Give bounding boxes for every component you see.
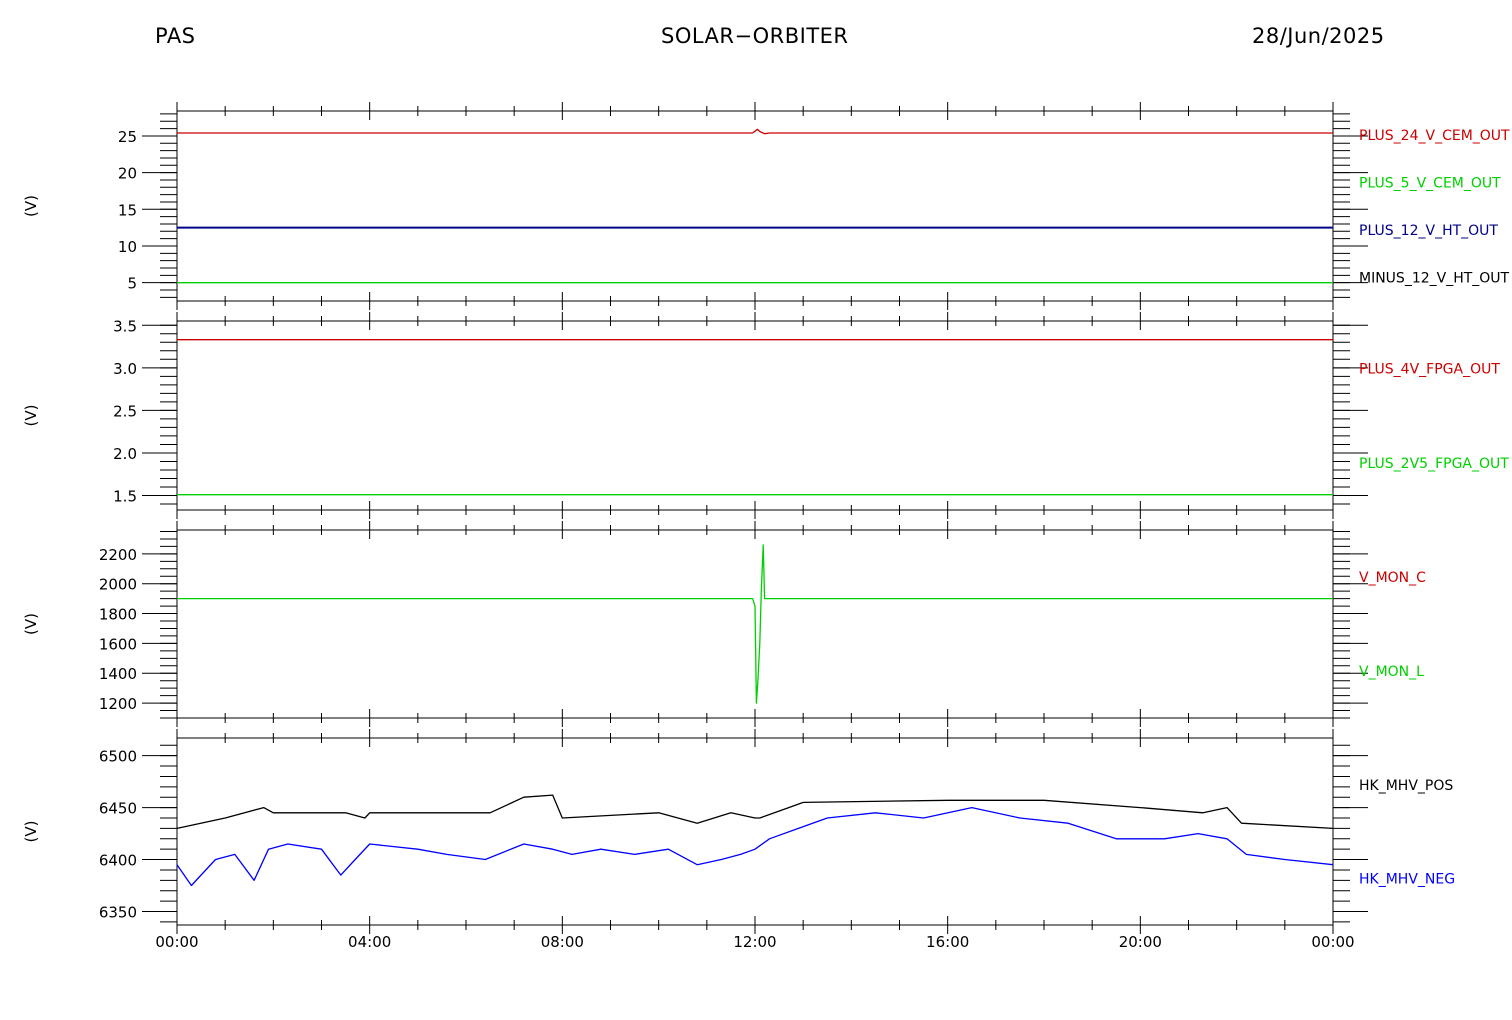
y-axis-label: (V) bbox=[22, 195, 40, 217]
y-axis-label: (V) bbox=[22, 821, 40, 843]
legend-label-plus-24-v-cem-out: PLUS_24_V_CEM_OUT bbox=[1359, 128, 1510, 144]
y-tick-label: 6350 bbox=[99, 903, 137, 921]
y-tick-label: 2.5 bbox=[113, 402, 137, 420]
y-axis-label: (V) bbox=[22, 613, 40, 635]
x-tick-label: 08:00 bbox=[541, 933, 584, 951]
y-tick-label: 15 bbox=[118, 201, 137, 219]
y-tick-label: 3.5 bbox=[113, 317, 137, 335]
y-tick-label: 1.5 bbox=[113, 488, 137, 506]
legend-label-plus-4v-fpga-out: PLUS_4V_FPGA_OUT bbox=[1359, 361, 1500, 377]
y-tick-label: 6450 bbox=[99, 800, 137, 818]
series-line-hk-mhv-pos bbox=[176, 794, 1334, 830]
panel-1-frame bbox=[176, 110, 1334, 302]
panel-4-frame bbox=[176, 737, 1334, 926]
x-tick-label: 16:00 bbox=[926, 933, 969, 951]
x-tick-label: 12:00 bbox=[733, 933, 776, 951]
legend-label-v-mon-l: V_MON_L bbox=[1359, 664, 1424, 680]
y-tick-label: 1400 bbox=[99, 665, 137, 683]
legend-label-minus-12-v-ht-out: MINUS_12_V_HT_OUT bbox=[1359, 270, 1510, 286]
y-tick-label: 5 bbox=[127, 275, 137, 293]
y-tick-label: 6400 bbox=[99, 852, 137, 870]
y-tick-label: 2.0 bbox=[113, 445, 137, 463]
y-axis-label: (V) bbox=[22, 405, 40, 427]
y-tick-label: 6500 bbox=[99, 748, 137, 766]
x-tick-label: 20:00 bbox=[1119, 933, 1162, 951]
y-tick-label: 1600 bbox=[99, 635, 137, 653]
x-tick-label: 04:00 bbox=[348, 933, 391, 951]
panel-2-frame bbox=[176, 320, 1334, 511]
series-line-v-mon-l bbox=[177, 544, 1333, 704]
x-tick-label: 00:00 bbox=[1311, 933, 1354, 951]
y-tick-label: 2000 bbox=[99, 576, 137, 594]
y-tick-label: 20 bbox=[118, 165, 137, 183]
legend-label-plus-5-v-cem-out: PLUS_5_V_CEM_OUT bbox=[1359, 175, 1501, 191]
series-line-plus-24-v-cem-out bbox=[177, 128, 1333, 135]
legend-label-hk-mhv-pos: HK_MHV_POS bbox=[1359, 778, 1453, 794]
legend-label-plus-12-v-ht-out: PLUS_12_V_HT_OUT bbox=[1359, 223, 1498, 239]
series-line-hk-mhv-neg bbox=[176, 806, 1334, 887]
y-tick-label: 25 bbox=[118, 128, 137, 146]
legend-label-plus-2v5-fpga-out: PLUS_2V5_FPGA_OUT bbox=[1359, 456, 1509, 472]
housekeeping-chart: 5 10 15 20 25 (V) PLUS_24_V_CEM_OUT PLUS_5_V_CE… bbox=[22, 102, 1510, 951]
legend-label-hk-mhv-neg: HK_MHV_NEG bbox=[1359, 871, 1455, 887]
y-tick-label: 1800 bbox=[99, 606, 137, 624]
y-tick-label: 3.0 bbox=[113, 360, 137, 378]
x-tick-label: 00:00 bbox=[155, 933, 198, 951]
y-tick-label: 1200 bbox=[99, 695, 137, 713]
y-tick-label: 10 bbox=[118, 238, 137, 256]
legend-label-v-mon-c: V_MON_C bbox=[1359, 570, 1426, 586]
y-tick-label: 2200 bbox=[99, 546, 137, 564]
